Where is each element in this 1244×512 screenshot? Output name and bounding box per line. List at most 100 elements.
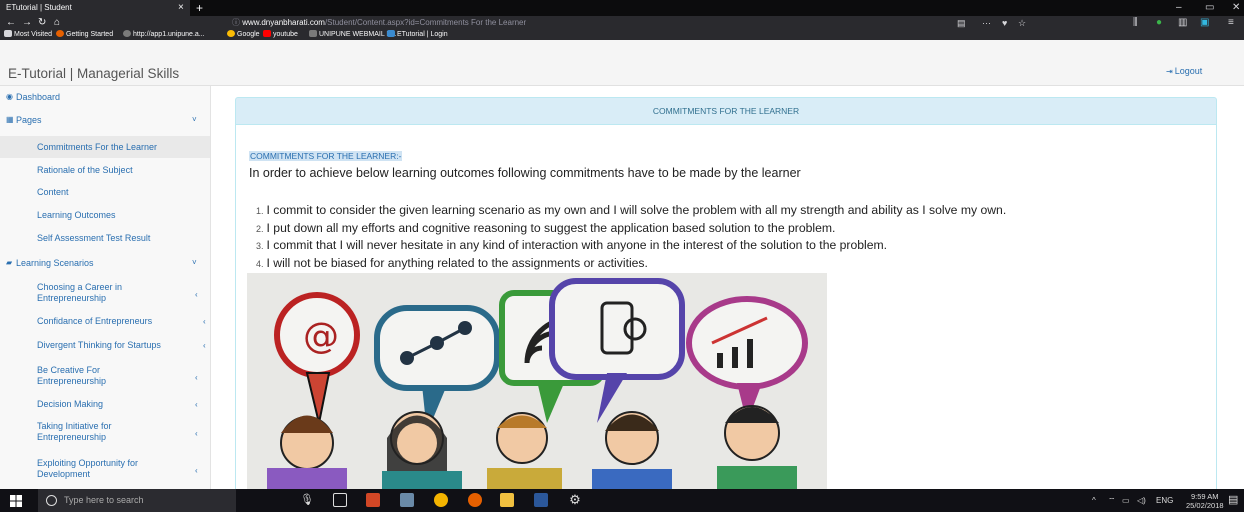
powerpoint-icon[interactable] — [366, 493, 380, 507]
site-icon — [387, 30, 395, 37]
bookmark-label: Most Visited — [14, 31, 52, 38]
reload-icon[interactable]: ↻ — [38, 16, 46, 30]
firefox-icon[interactable] — [468, 493, 482, 507]
chevron-left-icon: ‹ — [195, 373, 198, 382]
gear-icon — [4, 30, 12, 37]
sidebar-scenario-confidance[interactable]: Confidance of Entrepreneurs ‹ — [0, 316, 210, 327]
info-icon[interactable]: ⓘ — [232, 18, 240, 27]
word-icon[interactable] — [534, 493, 548, 507]
scenario-label-line1: Taking Initiative for — [37, 421, 112, 431]
extension-icon[interactable]: ● — [1156, 16, 1162, 30]
scenario-label-line2: Entrepreneurship — [37, 376, 107, 386]
sidebar-subitem-content[interactable]: Content — [0, 187, 210, 198]
sidebar-subitem-label: Content — [37, 187, 69, 197]
browser-tab-bar: ETutorial | Student × + – ▭ ✕ — [0, 0, 1244, 16]
app-icon[interactable] — [400, 493, 414, 507]
clock-time: 9:59 AM — [1191, 492, 1219, 501]
sidebar-subitem-label: Commitments For the Learner — [37, 142, 158, 152]
cortana-icon — [46, 495, 57, 506]
windows-start-icon[interactable] — [10, 495, 22, 507]
bookmark-unipune-app[interactable]: http://app1.unipune.a... — [123, 30, 205, 40]
network-icon[interactable]: ⌔ — [1108, 489, 1116, 512]
commitment-text: I commit to consider the given learning … — [266, 203, 1007, 217]
pocket-icon[interactable]: ♥ — [1002, 17, 1007, 29]
scenario-label-line2: Entrepreneurship — [37, 432, 107, 442]
reader-view-icon[interactable]: ▤ — [957, 17, 966, 29]
scenario-label-line1: Confidance of Entrepreneurs — [37, 316, 153, 326]
sidebar-item-label: Pages — [16, 115, 42, 125]
close-window-icon[interactable]: ✕ — [1232, 0, 1240, 16]
scenario-label-line2: Development — [37, 469, 91, 479]
sidebar-scenario-be-creative[interactable]: Be Creative For Entrepreneurship ‹ — [0, 365, 210, 387]
scenario-label-line1: Be Creative For — [37, 365, 101, 375]
sidebar-scenario-exploiting-opportunity[interactable]: Exploiting Opportunity for Development ‹ — [0, 458, 210, 480]
bookmark-getting-started[interactable]: Getting Started — [56, 30, 113, 40]
scenario-label-line1: Choosing a Career in — [37, 282, 123, 292]
language-indicator[interactable]: ENG — [1156, 489, 1173, 512]
chevron-left-icon: ‹ — [195, 400, 198, 409]
sidebar-item-label: Learning Scenarios — [16, 258, 94, 268]
home-icon[interactable]: ⌂ — [54, 16, 60, 30]
logout-label: Logout — [1174, 66, 1203, 76]
tray-chevron-up-icon[interactable]: ^ — [1092, 489, 1096, 512]
new-tab-button[interactable]: + — [196, 0, 203, 16]
commitment-text: I put down all my efforts and cognitive … — [266, 221, 836, 235]
sidebar-scenario-decision-making[interactable]: Decision Making ‹ — [0, 399, 210, 410]
minimize-icon[interactable]: – — [1176, 0, 1182, 16]
bookmark-most-visited[interactable]: Most Visited — [4, 30, 52, 40]
windows-taskbar: Type here to search 🎙 ⚙ ^ ⌔ ▭ ◁) ENG 9:5… — [0, 489, 1244, 512]
commitment-item: 2. I put down all my efforts and cognitiv… — [256, 221, 836, 235]
forward-icon[interactable]: → — [22, 16, 32, 30]
app-header: E-Tutorial | Managerial Skills ⇥ Logout — [0, 40, 1244, 86]
bookmark-youtube[interactable]: youtube — [263, 30, 298, 40]
sidebar-subitem-learning-outcomes[interactable]: Learning Outcomes — [0, 210, 210, 221]
sidebar-scenario-divergent[interactable]: Divergent Thinking for Startups ‹ — [0, 340, 210, 351]
bookmark-etutorial-login[interactable]: ETutorial | Login — [387, 30, 448, 40]
sidebar-subitem-commitments[interactable]: Commitments For the Learner — [0, 136, 210, 158]
library-icon[interactable]: ⫼ — [1133, 16, 1138, 30]
sidebar-subitem-rationale[interactable]: Rationale of the Subject — [0, 165, 210, 176]
sidebar-subitem-label: Self Assessment Test Result — [37, 233, 151, 243]
commitment-text: I will not be biased for anything relate… — [266, 256, 648, 270]
sidebar-subitem-self-assessment[interactable]: Self Assessment Test Result — [0, 233, 210, 244]
screenshot-icon[interactable]: ▣ — [1200, 16, 1209, 30]
app-title: E-Tutorial | Managerial Skills — [8, 66, 180, 81]
chevron-down-icon: ˅ — [192, 258, 197, 267]
browser-tab[interactable]: ETutorial | Student × — [0, 0, 190, 16]
sidebar-toggle-icon[interactable]: ▥ — [1178, 16, 1187, 30]
page-actions-icon[interactable]: ··· — [982, 17, 991, 29]
menu-icon[interactable]: ≡ — [1228, 16, 1234, 30]
sidebar-scenario-taking-initiative[interactable]: Taking Initiative for Entrepreneurship ‹ — [0, 421, 210, 443]
address-bar[interactable]: ⓘ www.dnyanbharati.com/Student/Content.a… — [226, 17, 1036, 29]
task-view-icon[interactable] — [333, 493, 347, 507]
bookmark-label: Getting Started — [66, 31, 114, 38]
commitment-text: I commit that I will never hesitate in a… — [266, 238, 888, 252]
chevron-down-icon: ˅ — [192, 115, 197, 124]
clock-date: 25/02/2018 — [1186, 501, 1224, 510]
commitments-subheading: COMMITMENTS FOR THE LEARNER:- — [249, 151, 403, 161]
chrome-icon[interactable] — [434, 493, 448, 507]
sidebar-subitem-label: Learning Outcomes — [37, 210, 116, 220]
scenario-label-line1: Divergent Thinking for Startups — [37, 340, 161, 350]
back-icon[interactable]: ← — [6, 16, 16, 30]
battery-icon[interactable]: ▭ — [1122, 489, 1130, 512]
globe-icon — [123, 30, 131, 37]
file-explorer-icon[interactable] — [500, 493, 514, 507]
taskbar-search[interactable]: Type here to search — [38, 489, 236, 512]
bookmark-unipune-webmail[interactable]: UNIPUNE WEBMAIL L... — [309, 30, 396, 40]
dashboard-icon: ◉ — [6, 92, 13, 101]
bookmark-google[interactable]: Google — [227, 30, 260, 40]
logout-link[interactable]: ⇥ Logout — [1166, 66, 1202, 76]
sidebar-scenario-choosing-career[interactable]: Choosing a Career in Entrepreneurship ‹ — [0, 282, 210, 304]
bookmark-star-icon[interactable]: ☆ — [1018, 17, 1026, 29]
microphone-icon[interactable]: 🎙 — [300, 493, 314, 507]
book-icon: ▰ — [6, 258, 13, 267]
notification-icon[interactable]: ▤ — [1228, 489, 1238, 512]
taskbar-clock[interactable]: 9:59 AM 25/02/2018 — [1186, 492, 1224, 510]
volume-icon[interactable]: ◁) — [1137, 489, 1146, 512]
bookmark-label: youtube — [273, 31, 298, 38]
maximize-icon[interactable]: ▭ — [1205, 0, 1214, 16]
url-path: /Student/Content.aspx?id=Commitments For… — [324, 18, 527, 27]
settings-gear-icon[interactable]: ⚙ — [568, 493, 582, 507]
tab-close-icon[interactable]: × — [178, 0, 184, 16]
